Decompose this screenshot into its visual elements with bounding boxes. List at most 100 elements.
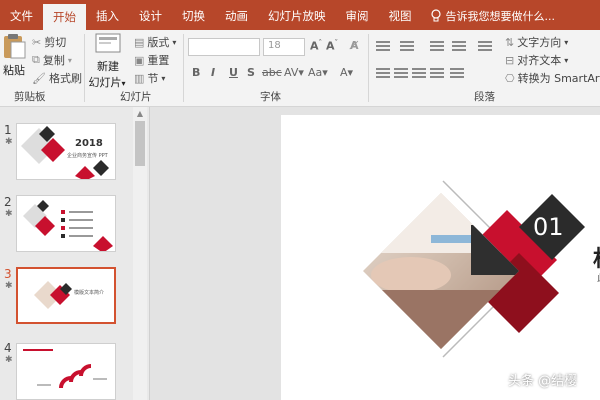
lightbulb-icon (430, 9, 441, 22)
current-slide[interactable]: 01 相 此 (281, 115, 600, 400)
italic-icon[interactable]: I (211, 66, 215, 79)
group-divider (183, 34, 184, 102)
thumbnail-number: 2 (4, 195, 12, 209)
underline-icon[interactable]: U (229, 66, 238, 79)
slide-thumbnail-pane: 1 ✱ 2018 企业商务宣传 PPT 2 ✱ 3 ✱ 模版文本简介 4 ✱ ▲ (0, 107, 150, 400)
line-spacing-icon[interactable] (478, 41, 492, 51)
layout-label: 版式 (147, 36, 170, 49)
strikethrough-icon[interactable]: abc (262, 66, 282, 79)
tab-transitions[interactable]: 切换 (172, 2, 215, 30)
transition-star-icon: ✱ (5, 209, 13, 219)
align-center-icon[interactable] (394, 68, 408, 78)
grow-font-icon[interactable]: Aˆ (310, 39, 322, 53)
tell-me-box[interactable]: 告诉我您想要做什么... (422, 2, 556, 30)
smartart-label: 转换为 SmartArt (517, 72, 600, 85)
numbering-icon[interactable] (400, 41, 414, 51)
tab-design[interactable]: 设计 (129, 2, 172, 30)
slide-thumbnail-4[interactable] (16, 343, 116, 400)
layout-button[interactable]: ▤ 版式 ▾ (134, 34, 176, 50)
tab-view[interactable]: 视图 (379, 2, 422, 30)
new-slide-label-2: 幻灯片 (88, 76, 122, 89)
slide-thumbnail-1[interactable]: 2018 企业商务宣传 PPT (16, 123, 116, 180)
tab-file[interactable]: 文件 (0, 2, 43, 30)
transition-star-icon: ✱ (5, 355, 13, 365)
tab-home[interactable]: 开始 (43, 4, 86, 30)
cut-label: 剪切 (44, 36, 67, 49)
thumbnail-number: 1 (4, 123, 12, 137)
section-icon: ▥ (134, 71, 145, 85)
smartart-icon: ⎔ (505, 71, 515, 85)
align-text-button[interactable]: ⊟ 对齐文本 ▾ (505, 52, 568, 68)
thumbnail-title: 2018 (75, 138, 103, 149)
ribbon: 粘贴 ✂ 剪切 ⧉ 复制 ▾ 🖌 格式刷 剪贴板 新建 幻灯片▾ ▤ 版式 ▾ ▣ 重置 ▥ 节… (0, 30, 600, 107)
align-text-label: 对齐文本 (517, 54, 562, 67)
slides-group-label: 幻灯片 (120, 91, 152, 103)
cut-button[interactable]: ✂ 剪切 (32, 34, 66, 50)
clear-format-icon[interactable]: A̸ (350, 39, 359, 52)
copy-icon: ⧉ (32, 53, 40, 66)
tab-review[interactable]: 审阅 (336, 2, 379, 30)
char-spacing-icon[interactable]: AV▾ (284, 66, 304, 79)
paintbrush-icon: 🖌 (32, 71, 46, 85)
font-name-field[interactable] (188, 38, 260, 56)
bullets-icon[interactable] (376, 41, 390, 51)
ribbon-tab-bar: 文件 开始 插入 设计 切换 动画 幻灯片放映 审阅 视图 告诉我您想要做什么.… (0, 0, 600, 30)
new-slide-icon (95, 33, 121, 53)
shadow-icon[interactable]: S (247, 66, 255, 79)
paste-label: 粘贴 (3, 64, 25, 77)
thumbnail-graphic (23, 200, 113, 251)
thumbnail-scrollbar[interactable]: ▲ (133, 107, 147, 400)
copy-button[interactable]: ⧉ 复制 ▾ (32, 52, 72, 68)
font-color-icon[interactable]: A▾ (340, 66, 353, 79)
smartart-button[interactable]: ⎔ 转换为 SmartArt (505, 70, 600, 86)
align-left-icon[interactable] (376, 68, 390, 78)
reset-icon: ▣ (134, 53, 145, 67)
slide-thumbnail-3[interactable]: 模版文本简介 (16, 267, 116, 324)
align-text-icon: ⊟ (505, 53, 515, 67)
columns-icon[interactable] (450, 68, 464, 78)
thumbnail-title: 模版文本简介 (74, 290, 105, 296)
group-divider (84, 34, 85, 102)
font-size-field[interactable]: 18 (263, 38, 305, 56)
group-divider (368, 34, 369, 102)
reset-button[interactable]: ▣ 重置 (134, 52, 169, 68)
scissors-icon: ✂ (32, 35, 42, 49)
decrease-indent-icon[interactable] (430, 41, 444, 51)
thumbnail-number: 4 (4, 341, 12, 355)
slide-title-partial: 相 (593, 241, 600, 273)
shrink-font-icon[interactable]: Aˇ (326, 39, 338, 53)
justify-icon[interactable] (430, 68, 444, 78)
slide-canvas: 01 相 此 (150, 107, 600, 400)
format-painter-button[interactable]: 🖌 格式刷 (32, 70, 82, 86)
transition-star-icon: ✱ (5, 281, 13, 291)
text-direction-button[interactable]: ⇅ 文字方向 ▾ (505, 34, 568, 50)
text-direction-icon: ⇅ (505, 35, 515, 49)
font-size-value: 18 (268, 40, 281, 51)
new-slide-label: 新建 (97, 60, 119, 73)
tab-insert[interactable]: 插入 (86, 2, 129, 30)
scrollbar-thumb[interactable] (135, 121, 145, 166)
section-button[interactable]: ▥ 节 ▾ (134, 70, 165, 86)
copy-label: 复制 (42, 54, 65, 67)
text-direction-label: 文字方向 (517, 36, 562, 49)
thumbnail-number: 3 (4, 267, 12, 281)
clipboard-group-label: 剪贴板 (14, 91, 46, 103)
paste-button[interactable]: 粘贴 (2, 33, 26, 78)
slide-badge-number: 01 (533, 213, 564, 241)
tab-animations[interactable]: 动画 (215, 2, 258, 30)
font-group-label: 字体 (260, 91, 281, 103)
slide-thumbnail-2[interactable] (16, 195, 116, 252)
tab-slideshow[interactable]: 幻灯片放映 (258, 2, 336, 30)
clipboard-icon (4, 34, 26, 59)
section-label: 节 (147, 72, 159, 85)
new-slide-button[interactable]: 新建 幻灯片▾ (88, 33, 126, 90)
scroll-up-icon[interactable]: ▲ (133, 109, 147, 119)
change-case-icon[interactable]: Aa▾ (308, 66, 328, 79)
align-right-icon[interactable] (412, 68, 426, 78)
bold-icon[interactable]: B (192, 66, 200, 79)
thumbnail-subtitle: 企业商务宣传 PPT (67, 153, 108, 159)
increase-indent-icon[interactable] (452, 41, 466, 51)
transition-star-icon: ✱ (5, 137, 13, 147)
format-painter-label: 格式刷 (48, 72, 82, 85)
tell-me-text: 告诉我您想要做什么... (445, 10, 556, 23)
